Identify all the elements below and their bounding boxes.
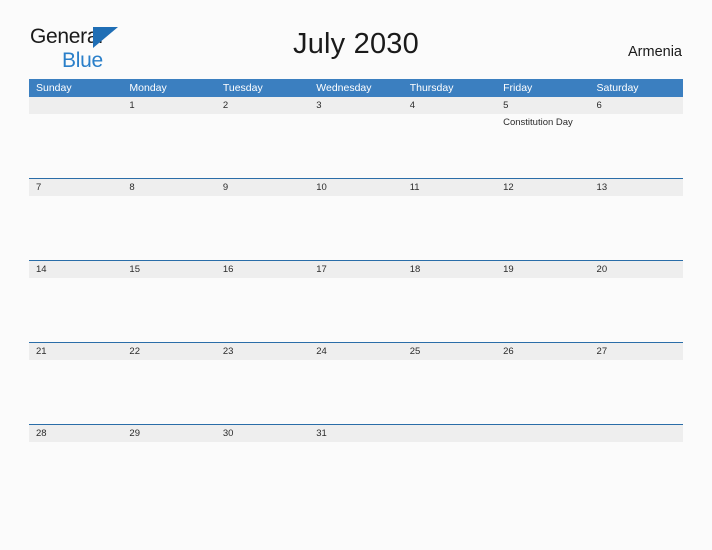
week-event-area [29,278,683,342]
day-cell-number[interactable] [496,425,589,442]
dow-sunday: Sunday [36,82,72,94]
dow-saturday: Saturday [596,82,639,94]
day-cell-events[interactable] [590,196,683,260]
day-cell-events[interactable] [122,114,215,178]
day-cell-events[interactable] [403,442,496,460]
page-title: July 2030 [293,28,419,60]
day-cell-events[interactable] [29,196,122,260]
day-cell-events[interactable] [496,442,589,460]
dow-wednesday: Wednesday [316,82,372,94]
day-cell-events[interactable] [29,360,122,424]
day-cell-events[interactable] [496,360,589,424]
day-cell-number[interactable]: 9 [216,179,309,196]
day-cell-events[interactable] [590,442,683,460]
day-cell-number[interactable]: 4 [403,97,496,114]
calendar-page: General Blue July 2030 Armenia Sunday Mo… [0,0,712,550]
day-cell-events[interactable] [122,278,215,342]
day-cell-number[interactable]: 20 [590,261,683,278]
day-cell-events[interactable] [403,360,496,424]
page-header: General Blue July 2030 Armenia [0,0,712,71]
day-cell-number[interactable]: 8 [122,179,215,196]
day-cell-number[interactable]: 25 [403,343,496,360]
day-cell-number[interactable]: 29 [122,425,215,442]
day-cell-events[interactable] [29,114,122,178]
day-cell-number[interactable]: 27 [590,343,683,360]
week-event-area [29,360,683,424]
week-event-area [29,442,683,460]
day-cell-number[interactable]: 22 [122,343,215,360]
week-event-area: Constitution Day [29,114,683,178]
calendar-week-row: 14 15 16 17 18 19 20 [29,260,683,342]
day-cell-number[interactable]: 14 [29,261,122,278]
day-cell-number[interactable]: 1 [122,97,215,114]
week-event-area [29,196,683,260]
country-label: Armenia [628,44,682,60]
day-cell-number[interactable]: 15 [122,261,215,278]
day-cell-events[interactable] [216,278,309,342]
day-cell-events[interactable] [216,114,309,178]
day-cell-number[interactable]: 16 [216,261,309,278]
day-cell-number[interactable]: 2 [216,97,309,114]
day-cell-events[interactable] [496,196,589,260]
calendar-grid: Sunday Monday Tuesday Wednesday Thursday… [29,79,683,460]
day-cell-events[interactable] [403,196,496,260]
day-cell-number[interactable]: 26 [496,343,589,360]
day-cell-events[interactable] [29,278,122,342]
day-cell-events[interactable] [29,442,122,460]
day-cell-number[interactable]: 30 [216,425,309,442]
day-cell-number[interactable]: 13 [590,179,683,196]
calendar-week-row: 28 29 30 31 [29,424,683,460]
week-date-strip: 7 8 9 10 11 12 13 [29,179,683,196]
calendar-week-row: 1 2 3 4 5 6 Constitution Day [29,97,683,178]
day-cell-events[interactable] [403,278,496,342]
day-cell-number[interactable]: 17 [309,261,402,278]
day-cell-events[interactable] [403,114,496,178]
day-cell-events[interactable] [122,442,215,460]
day-cell-number[interactable]: 24 [309,343,402,360]
day-cell-events[interactable]: Constitution Day [496,114,589,178]
day-cell-events[interactable] [309,196,402,260]
week-date-strip: 21 22 23 24 25 26 27 [29,343,683,360]
day-cell-events[interactable] [216,196,309,260]
event-label: Constitution Day [503,117,573,128]
day-cell-events[interactable] [309,442,402,460]
day-cell-events[interactable] [496,278,589,342]
calendar-week-row: 7 8 9 10 11 12 13 [29,178,683,260]
day-cell-number[interactable]: 11 [403,179,496,196]
week-date-strip: 14 15 16 17 18 19 20 [29,261,683,278]
day-cell-number[interactable]: 28 [29,425,122,442]
day-cell-events[interactable] [590,114,683,178]
day-cell-number[interactable]: 10 [309,179,402,196]
day-cell-number[interactable] [590,425,683,442]
day-cell-number[interactable]: 5 [496,97,589,114]
day-cell-number[interactable]: 21 [29,343,122,360]
day-cell-number[interactable]: 7 [29,179,122,196]
day-cell-events[interactable] [309,278,402,342]
day-cell-number[interactable] [403,425,496,442]
day-cell-events[interactable] [309,360,402,424]
day-cell-number[interactable]: 6 [590,97,683,114]
day-cell-number[interactable]: 19 [496,261,589,278]
day-cell-number[interactable] [29,97,122,114]
day-cell-events[interactable] [122,196,215,260]
day-cell-number[interactable]: 31 [309,425,402,442]
day-cell-events[interactable] [309,114,402,178]
week-date-strip: 1 2 3 4 5 6 [29,97,683,114]
dow-tuesday: Tuesday [222,82,263,94]
dow-thursday: Thursday [409,82,454,94]
day-cell-number[interactable]: 18 [403,261,496,278]
calendar-week-row: 21 22 23 24 25 26 27 [29,342,683,424]
dow-monday: Monday [129,82,167,94]
day-cell-events[interactable] [216,442,309,460]
dow-friday: Friday [503,82,533,94]
week-date-strip: 28 29 30 31 [29,425,683,442]
day-cell-events[interactable] [216,360,309,424]
day-cell-events[interactable] [590,278,683,342]
day-cell-events[interactable] [590,360,683,424]
day-cell-events[interactable] [122,360,215,424]
day-cell-number[interactable]: 12 [496,179,589,196]
day-cell-number[interactable]: 23 [216,343,309,360]
day-cell-number[interactable]: 3 [309,97,402,114]
day-of-week-header-row: Sunday Monday Tuesday Wednesday Thursday… [29,79,683,97]
